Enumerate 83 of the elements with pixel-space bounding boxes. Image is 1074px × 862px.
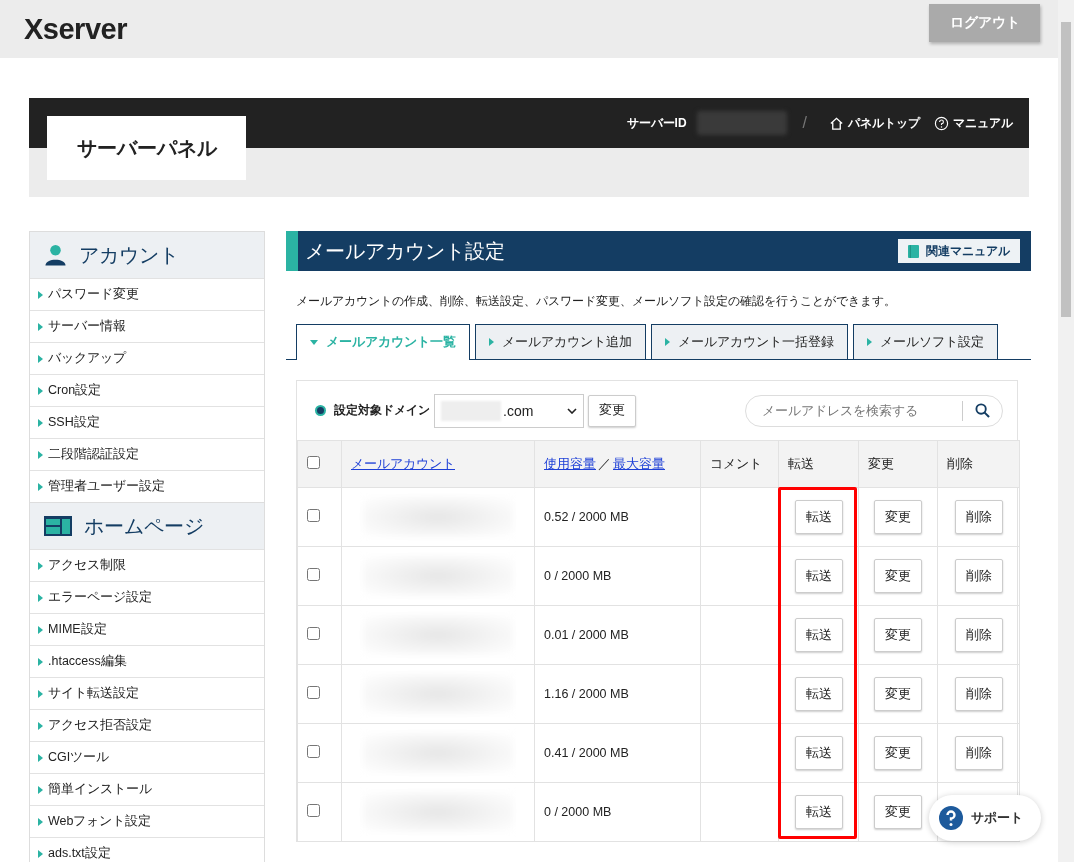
domain-label: 設定対象ドメイン <box>334 402 430 419</box>
description: メールアカウントの作成、削除、転送設定、パスワード変更、メールソフト設定の確認を行うことができます。 <box>296 293 897 310</box>
action-button[interactable]: 削除 <box>954 500 1003 534</box>
action-button[interactable]: 削除 <box>954 677 1003 711</box>
checkbox[interactable] <box>307 509 320 522</box>
action-button[interactable]: 転送 <box>794 500 843 534</box>
usage-text: 0 / 2000 MB <box>544 569 612 583</box>
chevron-down-icon <box>567 407 577 414</box>
sidebar-item[interactable]: SSH設定 <box>30 406 264 438</box>
column-sort-link[interactable]: 最大容量 <box>613 456 665 471</box>
checkbox[interactable] <box>307 745 320 758</box>
column-header: コメント <box>710 456 762 471</box>
sidebar-item[interactable]: サーバー情報 <box>30 310 264 342</box>
layout-icon <box>44 516 72 536</box>
action-button[interactable]: 転送 <box>794 736 843 770</box>
usage-text: 0.52 / 2000 MB <box>544 510 629 524</box>
help-icon <box>934 115 949 131</box>
person-icon <box>44 243 67 267</box>
support-button[interactable]: サポート <box>929 795 1041 841</box>
action-button[interactable]: 転送 <box>794 618 843 652</box>
checkbox[interactable] <box>307 804 320 817</box>
tab[interactable]: メールアカウント一括登録 <box>651 324 848 359</box>
radio-dot-icon <box>317 407 324 414</box>
checkbox[interactable] <box>307 568 320 581</box>
action-button[interactable]: 削除 <box>954 559 1003 593</box>
tab[interactable]: メールソフト設定 <box>853 324 998 359</box>
action-button[interactable]: 転送 <box>794 795 843 829</box>
sidebar-item[interactable]: .htaccess編集 <box>30 645 264 677</box>
sidebar-item[interactable]: 簡単インストール <box>30 773 264 805</box>
action-button[interactable]: 転送 <box>794 559 843 593</box>
usage-text: 0.01 / 2000 MB <box>544 628 629 642</box>
column-sort-link[interactable]: 使用容量 <box>544 456 596 471</box>
logo[interactable]: Xserver <box>24 12 127 46</box>
tab[interactable]: メールアカウント追加 <box>475 324 646 359</box>
search-icon[interactable] <box>975 403 990 418</box>
column-header: 変更 <box>868 456 894 471</box>
manual-button[interactable]: 関連マニュアル <box>898 239 1020 263</box>
panel-title: サーバーパネル <box>47 116 246 180</box>
sidebar-item[interactable]: Cron設定 <box>30 374 264 406</box>
header-link[interactable]: パネルトップ <box>829 114 920 132</box>
separator: ／ <box>598 456 611 471</box>
domain-select[interactable]: .com <box>434 393 584 428</box>
scrollbar[interactable] <box>1058 0 1074 862</box>
action-button[interactable]: 変更 <box>874 559 922 593</box>
sidebar-item[interactable]: サイト転送設定 <box>30 677 264 709</box>
action-button[interactable]: 変更 <box>874 677 922 711</box>
action-button[interactable]: 変更 <box>874 618 922 652</box>
sidebar-item[interactable]: アクセス拒否設定 <box>30 709 264 741</box>
column-header: 削除 <box>947 456 973 471</box>
page-title: メールアカウント設定 <box>305 238 505 264</box>
separator: / <box>802 114 807 132</box>
action-button[interactable]: 転送 <box>794 677 843 711</box>
home-icon <box>829 115 844 131</box>
checkbox[interactable] <box>307 456 320 469</box>
sidebar-heading-text: アカウント <box>79 242 179 268</box>
action-button[interactable]: 削除 <box>954 618 1003 652</box>
action-button[interactable]: 削除 <box>954 736 1003 770</box>
usage-text: 0 / 2000 MB <box>544 805 612 819</box>
usage-text: 1.16 / 2000 MB <box>544 687 629 701</box>
action-button[interactable]: 変更 <box>874 736 922 770</box>
header-link[interactable]: マニュアル <box>934 114 1013 132</box>
sidebar-item[interactable]: パスワード変更 <box>30 278 264 310</box>
search-input[interactable]: メールアドレスを検索する <box>760 402 950 419</box>
sidebar-item[interactable]: 二段階認証設定 <box>30 438 264 470</box>
sidebar-item[interactable]: CGIツール <box>30 741 264 773</box>
sidebar-item[interactable]: アクセス制限 <box>30 549 264 581</box>
usage-text: 0.41 / 2000 MB <box>544 746 629 760</box>
server-id-label: サーバーID <box>626 114 687 132</box>
action-button[interactable]: 変更 <box>874 500 922 534</box>
help-icon <box>939 806 963 830</box>
sidebar-item[interactable]: Webフォント設定 <box>30 805 264 837</box>
action-button[interactable]: 変更 <box>874 795 922 829</box>
book-icon <box>908 244 919 258</box>
sidebar-item[interactable]: エラーページ設定 <box>30 581 264 613</box>
checkbox[interactable] <box>307 686 320 699</box>
checkbox[interactable] <box>307 627 320 640</box>
sidebar-item[interactable]: バックアップ <box>30 342 264 374</box>
sidebar-item[interactable]: ads.txt設定 <box>30 837 264 862</box>
column-header: 転送 <box>788 456 814 471</box>
sidebar-item[interactable]: MIME設定 <box>30 613 264 645</box>
sidebar-heading-text: ホームページ <box>84 513 204 539</box>
column-sort-link[interactable]: メールアカウント <box>351 456 455 471</box>
change-button[interactable]: 変更 <box>588 394 636 427</box>
